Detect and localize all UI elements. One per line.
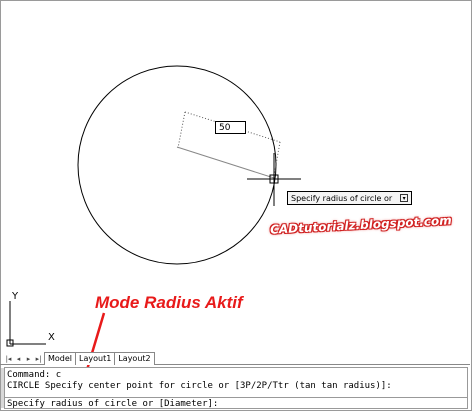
tab-layout1[interactable]: Layout1 [75, 352, 116, 365]
command-window-grip[interactable] [1, 368, 4, 408]
tooltip-text: Specify radius of circle or [291, 193, 393, 203]
last-icon[interactable]: ▸| [34, 354, 43, 365]
tab-layout2[interactable]: Layout2 [114, 352, 155, 365]
command-line-input[interactable]: Specify radius of circle or [Diameter]: [5, 397, 467, 410]
dimension-extension-line [273, 141, 281, 177]
next-icon[interactable]: ▸ [24, 354, 33, 365]
ucs-x-label: X [48, 332, 55, 343]
command-history-line: CIRCLE Specify center point for circle o… [7, 381, 392, 391]
radius-rubberband-line [176, 146, 275, 179]
command-history: Command: c CIRCLE Specify center point f… [7, 370, 467, 392]
circle-preview [77, 65, 277, 265]
ucs-icon [6, 301, 46, 347]
down-arrow-icon[interactable]: ▾ [400, 194, 409, 202]
command-window: Command: c CIRCLE Specify center point f… [1, 367, 468, 410]
command-history-line: Command: c [7, 370, 62, 380]
ucs-y-label: Y [11, 291, 19, 302]
dynamic-prompt-tooltip: Specify radius of circle or ▾ [287, 191, 413, 205]
dimension-extension-line [177, 111, 186, 149]
layout-tabs: |◂ ◂ ▸ ▸| Model Layout1 Layout2 [4, 351, 155, 365]
annotation-label: Mode Radius Aktif [95, 293, 243, 312]
prev-icon[interactable]: ◂ [14, 354, 23, 365]
tab-model[interactable]: Model [44, 352, 77, 365]
dynamic-input-field[interactable]: 50 [215, 121, 246, 134]
first-icon[interactable]: |◂ [4, 354, 13, 365]
